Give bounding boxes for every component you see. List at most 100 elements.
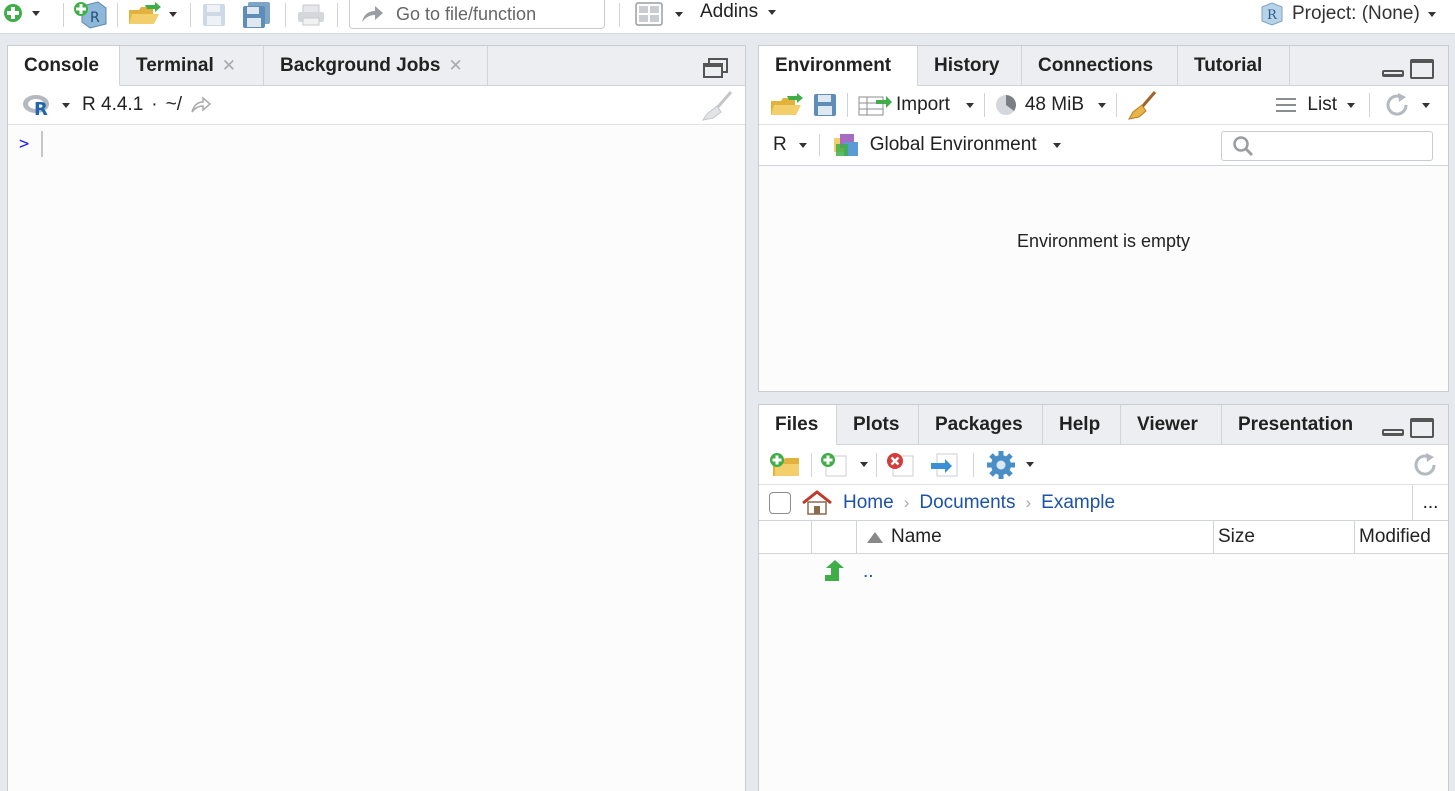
tab-terminal[interactable]: Terminal ✕ <box>120 46 264 85</box>
restore-pane-button[interactable] <box>703 58 729 84</box>
load-workspace-icon[interactable] <box>769 93 805 117</box>
clear-workspace-broom-icon[interactable] <box>1127 90 1157 120</box>
go-to-directory-icon[interactable] <box>190 96 212 114</box>
console-pane: Console Terminal ✕ Background Jobs ✕ R R… <box>7 45 746 791</box>
environment-search-input[interactable] <box>1221 131 1433 161</box>
addins-label: Addins <box>700 1 759 22</box>
tab-viewer[interactable]: Viewer <box>1121 405 1222 444</box>
new-folder-icon[interactable] <box>769 452 803 478</box>
console-tabbar: Console Terminal ✕ Background Jobs ✕ <box>8 46 745 86</box>
chevron-down-icon <box>1098 102 1106 108</box>
minimize-pane-button[interactable] <box>1382 70 1404 77</box>
tab-tutorial[interactable]: Tutorial <box>1178 46 1290 85</box>
tab-files[interactable]: Files <box>759 405 837 445</box>
environment-empty-message: Environment is empty <box>1016 231 1191 251</box>
view-mode-controls: List <box>1275 92 1430 118</box>
tab-packages[interactable]: Packages <box>919 405 1043 444</box>
divider <box>1116 93 1117 117</box>
view-mode-label[interactable]: List <box>1307 94 1337 116</box>
chevron-down-icon[interactable] <box>62 102 70 108</box>
goto-file-function-input[interactable]: Go to file/function <box>349 0 605 29</box>
divider <box>1354 521 1355 554</box>
new-file-button[interactable] <box>2 2 40 24</box>
console-input-line[interactable]: > <box>19 131 44 157</box>
chevron-down-icon <box>675 11 683 17</box>
save-button[interactable] <box>202 3 226 27</box>
refresh-icon[interactable] <box>1384 92 1412 118</box>
working-directory: ~/ <box>165 94 182 115</box>
column-header-name[interactable]: Name <box>867 526 942 548</box>
addins-menu[interactable]: Addins <box>700 1 777 23</box>
parent-directory-arrow-icon <box>825 560 844 581</box>
save-all-button[interactable] <box>242 1 272 29</box>
select-all-checkbox[interactable] <box>769 491 791 514</box>
project-label: Project: (None) <box>1292 3 1420 24</box>
breadcrumb-documents[interactable]: Documents <box>919 492 1015 514</box>
divider <box>876 452 877 477</box>
divider <box>847 93 848 117</box>
console-prompt: > <box>19 134 30 154</box>
pane-layout-button[interactable] <box>635 2 683 26</box>
close-icon[interactable]: ✕ <box>448 56 462 76</box>
maximize-pane-button[interactable] <box>1410 418 1434 438</box>
tab-presentation[interactable]: Presentation <box>1222 405 1370 444</box>
refresh-icon[interactable] <box>1412 452 1440 478</box>
chevron-down-icon <box>768 9 777 15</box>
tab-environment[interactable]: Environment <box>759 46 918 86</box>
divider <box>983 93 985 117</box>
new-project-button[interactable]: R <box>72 0 108 30</box>
pane-window-controls <box>1382 59 1434 79</box>
new-blank-file-button[interactable] <box>820 452 868 478</box>
chevron-down-icon[interactable] <box>1347 102 1355 108</box>
tab-label: Help <box>1059 413 1101 435</box>
tab-history[interactable]: History <box>918 46 1022 85</box>
minimize-pane-button[interactable] <box>1382 429 1404 436</box>
close-icon[interactable]: ✕ <box>222 56 236 76</box>
column-header-modified[interactable]: Modified <box>1359 526 1431 548</box>
more-file-commands-button[interactable] <box>986 450 1034 480</box>
memory-usage-button[interactable]: 48 MiB <box>995 94 1106 116</box>
scope-selector[interactable]: Global Environment <box>832 132 1061 158</box>
go-to-directory-button[interactable]: ... <box>1412 485 1448 521</box>
memory-pie-icon <box>995 95 1016 115</box>
tab-label: Terminal <box>136 54 214 76</box>
parent-directory-link[interactable]: .. <box>863 561 874 583</box>
tab-label: Presentation <box>1238 413 1354 435</box>
column-header-size[interactable]: Size <box>1218 526 1255 548</box>
text-cursor <box>41 131 44 157</box>
tab-label: Tutorial <box>1194 54 1263 76</box>
delete-file-icon[interactable] <box>885 452 917 478</box>
tab-plots[interactable]: Plots <box>837 405 919 444</box>
divider <box>973 452 974 477</box>
clear-console-broom-icon[interactable] <box>701 90 735 122</box>
save-workspace-icon[interactable] <box>813 93 837 117</box>
chevron-right-icon: › <box>1025 492 1032 512</box>
tab-console[interactable]: Console <box>8 46 120 86</box>
home-icon[interactable] <box>801 489 833 516</box>
breadcrumb-example[interactable]: Example <box>1041 492 1115 514</box>
memory-label: 48 MiB <box>1024 94 1084 115</box>
files-pane: Files Plots Packages Help Viewer Present… <box>758 404 1449 791</box>
svg-text:R: R <box>34 99 48 117</box>
import-dataset-button[interactable]: Import <box>858 94 974 116</box>
table-row[interactable]: .. <box>759 557 1448 593</box>
language-selector[interactable]: R <box>773 134 787 156</box>
breadcrumb-home[interactable]: Home <box>843 492 894 514</box>
chevron-down-icon <box>169 11 177 17</box>
new-file-icon <box>4 4 22 22</box>
pane-window-controls <box>1382 418 1434 438</box>
files-tabbar: Files Plots Packages Help Viewer Present… <box>759 405 1448 445</box>
tab-connections[interactable]: Connections <box>1022 46 1178 85</box>
rename-file-icon[interactable] <box>929 451 961 479</box>
divider <box>856 521 857 554</box>
chevron-down-icon[interactable] <box>1422 102 1430 108</box>
tab-help[interactable]: Help <box>1043 405 1121 444</box>
chevron-down-icon[interactable] <box>798 142 807 148</box>
project-menu[interactable]: R Project: (None) <box>1258 1 1436 27</box>
maximize-pane-button[interactable] <box>1410 59 1434 79</box>
tab-background-jobs[interactable]: Background Jobs ✕ <box>264 46 488 85</box>
print-button[interactable] <box>297 4 325 26</box>
scope-label: Global Environment <box>869 134 1037 155</box>
open-file-button[interactable] <box>127 2 177 26</box>
tab-label: Background Jobs <box>280 54 441 76</box>
